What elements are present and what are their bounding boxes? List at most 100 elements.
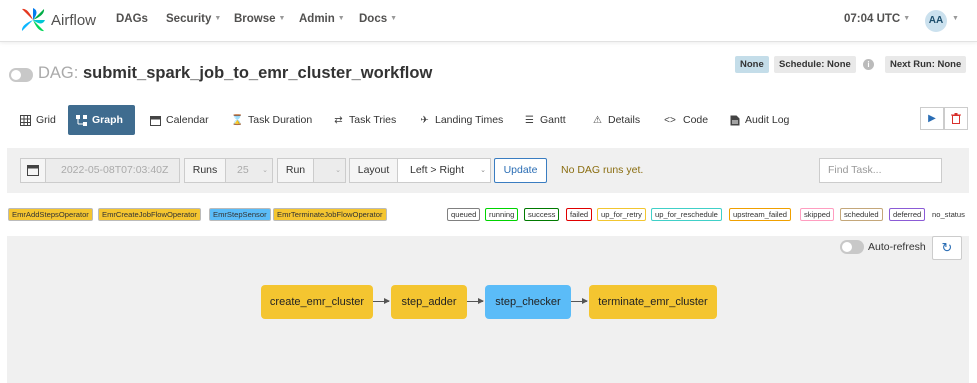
no-runs-message: No DAG runs yet.	[561, 164, 644, 176]
tab-landing-times[interactable]: ✈ Landing Times	[411, 106, 511, 134]
operator-badge: EmrTerminateJobFlowOperator	[273, 208, 387, 221]
task-node-label: create_emr_cluster	[269, 296, 365, 308]
utc-clock[interactable]: 07:04 UTC ▼	[844, 13, 910, 25]
tab-graph[interactable]: Graph	[68, 105, 135, 135]
state-label: no_status	[932, 210, 965, 219]
state-badge[interactable]: queued	[447, 208, 481, 221]
plane-icon: ✈	[420, 114, 429, 126]
chevron-down-icon: ▼	[214, 15, 222, 23]
refresh-icon: ↻	[941, 240, 953, 255]
task-node[interactable]: terminate_emr_cluster	[589, 285, 717, 319]
tab-grid[interactable]: Grid	[12, 106, 64, 134]
task-node[interactable]: step_checker	[485, 285, 571, 319]
state-label: up_for_retry	[601, 210, 642, 219]
find-task-input[interactable]: Find Task...	[819, 158, 942, 183]
run-label: Run	[277, 158, 314, 183]
tab-graph-label: Graph	[92, 114, 123, 126]
task-node[interactable]: create_emr_cluster	[261, 285, 373, 319]
calendar-picker-button[interactable]	[20, 158, 46, 183]
runs-select-value: 25	[237, 164, 249, 176]
chevron-down-icon: ▼	[903, 15, 911, 23]
state-label: queued	[451, 210, 477, 219]
update-button[interactable]: Update	[494, 158, 547, 183]
runs-label: Runs	[184, 158, 226, 183]
hourglass-icon: ⌛	[231, 114, 244, 126]
user-avatar[interactable]: AA	[925, 10, 947, 32]
edge-arrow	[571, 298, 588, 304]
operator-label: EmrCreateJobFlowOperator	[102, 210, 197, 219]
clock-label: 07:04 UTC	[844, 13, 901, 25]
chevron-down-icon[interactable]: ▼	[952, 15, 959, 22]
calendar-icon	[150, 115, 161, 126]
airflow-pinwheel-icon	[21, 8, 45, 32]
layout-select[interactable]: Left > Right ⌄	[397, 158, 491, 183]
tab-audit-log[interactable]: Audit Log	[721, 106, 797, 134]
task-node-label: step_checker	[495, 296, 561, 308]
run-select[interactable]: ⌄	[313, 158, 346, 183]
tab-task-duration-label: Task Duration	[248, 114, 313, 126]
tab-code-label: Code	[683, 114, 709, 126]
base-date-input[interactable]: 2022-05-08T07:03:40Z	[45, 158, 180, 183]
navbar: Airflow DAGs Security ▼ Browse ▼ Admin ▼ Do…	[0, 0, 977, 42]
grid-icon	[20, 114, 31, 126]
delete-dag-button[interactable]	[944, 107, 968, 130]
dag-pause-toggle[interactable]	[9, 68, 33, 82]
page-title: DAG: submit_spark_job_to_emr_cluster_wor…	[38, 64, 432, 83]
tab-code[interactable]: <> Code	[654, 106, 716, 134]
operator-badge: EmrStepSensor	[209, 208, 271, 221]
task-node[interactable]: step_adder	[391, 285, 467, 319]
task-node-label: step_adder	[401, 296, 457, 308]
chevron-down-icon: ▼	[390, 15, 398, 23]
state-label: deferred	[893, 210, 922, 219]
file-icon	[729, 115, 740, 126]
state-badge[interactable]: upstream_failed	[729, 208, 792, 221]
state-badge[interactable]: failed	[566, 208, 593, 221]
play-icon: ▶	[928, 113, 936, 124]
state-badge[interactable]: skipped	[800, 208, 835, 221]
dag-label: DAG:	[38, 64, 79, 82]
warning-icon: ⚠	[593, 114, 602, 126]
edge-arrow	[467, 298, 484, 304]
state-badge[interactable]: success	[524, 208, 560, 221]
runs-select[interactable]: 25 ⌄	[225, 158, 273, 183]
state-badge[interactable]: running	[485, 208, 519, 221]
chevron-updown-icon: ⌄	[480, 167, 486, 174]
info-icon[interactable]: i	[863, 59, 874, 70]
nav-dags[interactable]: DAGs	[116, 13, 148, 25]
auto-refresh-toggle[interactable]	[840, 240, 864, 254]
operator-label: EmrAddStepsOperator	[12, 210, 89, 219]
schedule-badge: Schedule: None	[774, 56, 856, 73]
nav-docs[interactable]: Docs ▼	[359, 13, 397, 25]
tab-calendar[interactable]: Calendar	[142, 106, 217, 134]
state-badge[interactable]: scheduled	[840, 208, 883, 221]
airflow-logo[interactable]: Airflow	[18, 5, 96, 35]
task-node-label: terminate_emr_cluster	[598, 296, 708, 308]
nav-dags-label: DAGs	[116, 13, 148, 25]
tab-landing-times-label: Landing Times	[435, 114, 504, 126]
nav-admin[interactable]: Admin ▼	[299, 13, 345, 25]
layout-label: Layout	[349, 158, 398, 183]
tab-task-tries[interactable]: ⇄ Task Tries	[325, 106, 404, 134]
state-badge[interactable]: no_status	[932, 210, 965, 219]
code-icon: <>	[664, 114, 676, 126]
trigger-dag-button[interactable]: ▶	[920, 107, 944, 130]
layout-select-value: Left > Right	[410, 164, 464, 176]
nav-browse[interactable]: Browse ▼	[234, 13, 285, 25]
refresh-button[interactable]: ↻	[932, 236, 962, 260]
state-badge[interactable]: deferred	[889, 208, 926, 221]
state-label: skipped	[804, 210, 831, 219]
tab-gantt[interactable]: ☰ Gantt	[516, 106, 574, 134]
graph-icon	[76, 114, 87, 126]
tab-task-duration[interactable]: ⌛ Task Duration	[224, 106, 320, 134]
next-run-badge: Next Run: None	[885, 56, 967, 73]
state-label: success	[528, 210, 556, 219]
tab-details-label: Details	[608, 114, 641, 126]
nav-security[interactable]: Security ▼	[166, 13, 221, 25]
chevron-updown-icon: ⌄	[335, 167, 341, 174]
tab-details[interactable]: ⚠ Details	[584, 106, 648, 134]
app-name: Airflow	[51, 11, 97, 29]
auto-refresh-label: Auto-refresh	[868, 241, 926, 253]
state-badge[interactable]: up_for_retry	[597, 208, 646, 221]
tab-calendar-label: Calendar	[166, 114, 209, 126]
state-badge[interactable]: up_for_reschedule	[651, 208, 722, 221]
